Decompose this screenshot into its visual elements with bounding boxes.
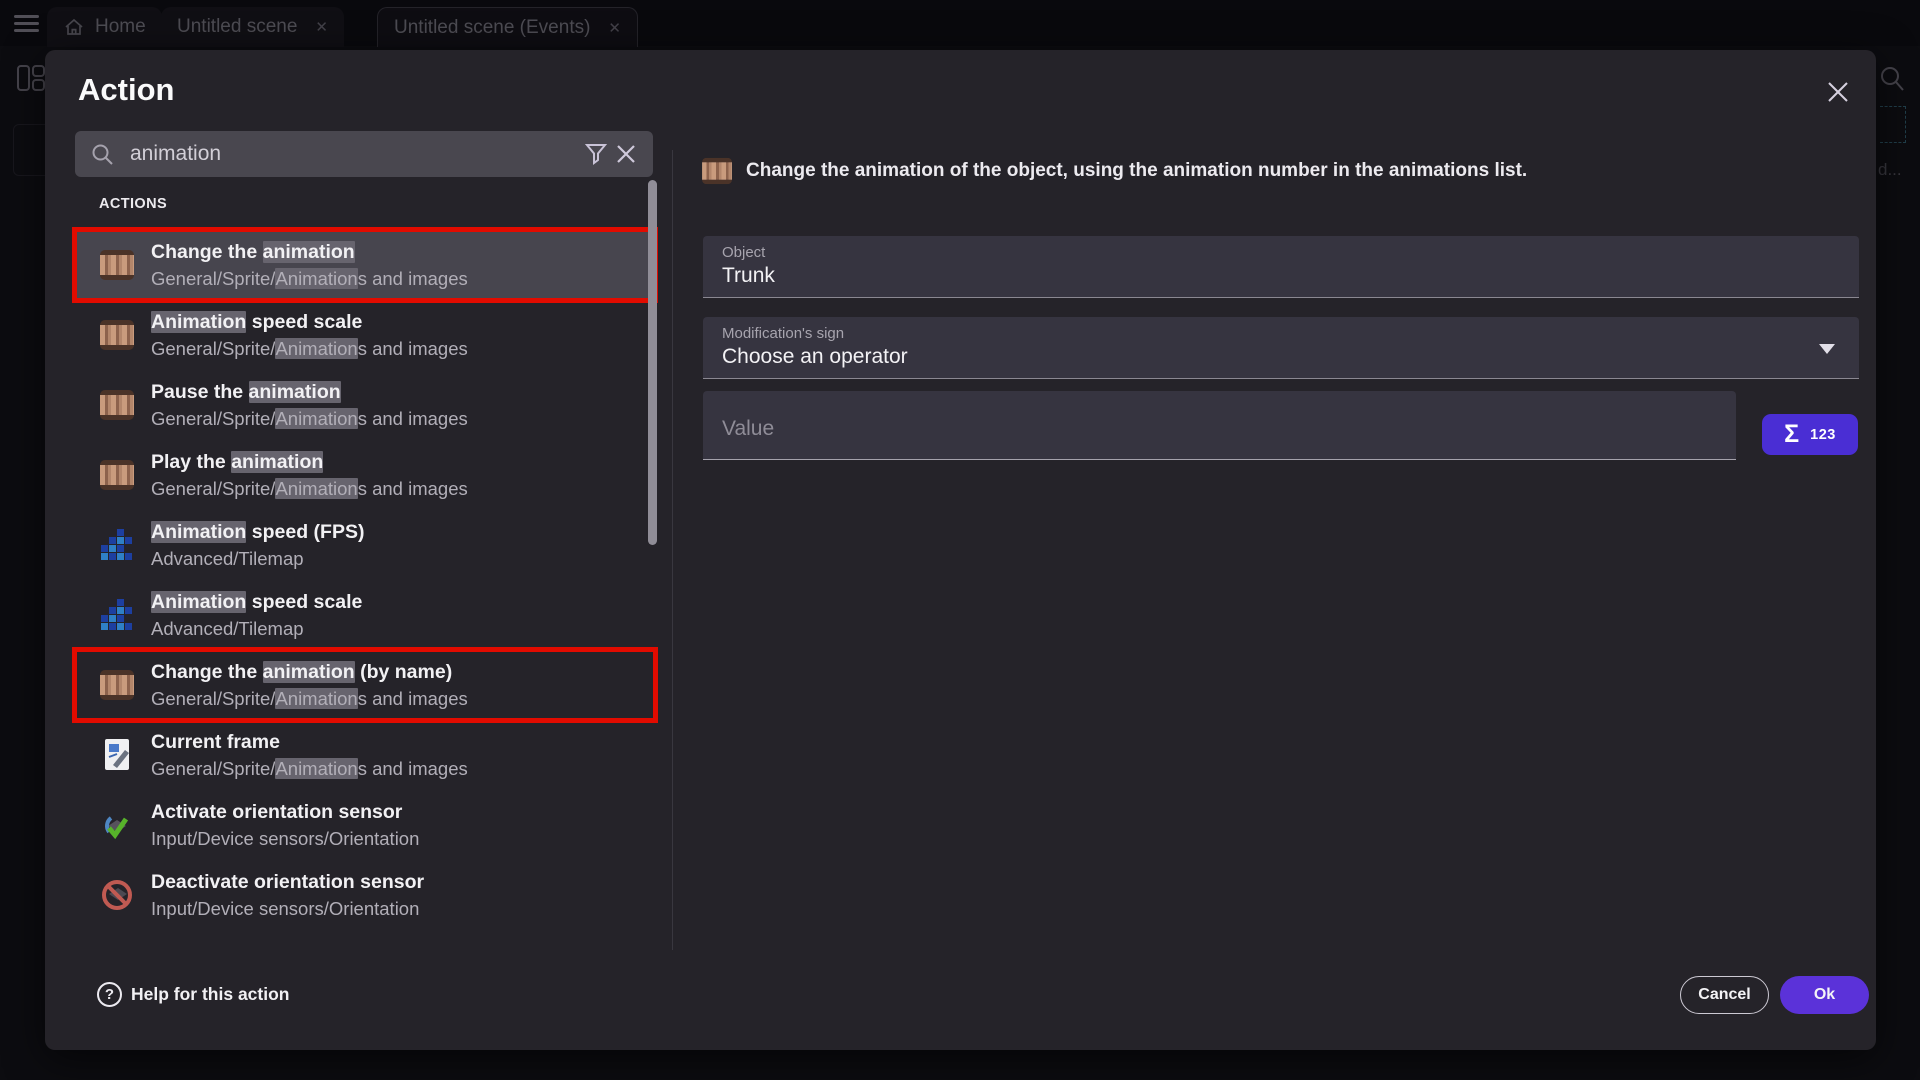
panel-divider	[672, 150, 673, 950]
action-item-text: Animation speed scale General/Sprite/Ani…	[151, 310, 468, 360]
action-item-title: Animation speed scale	[151, 590, 362, 614]
action-item[interactable]: Pause the animation General/Sprite/Anima…	[75, 370, 655, 440]
object-field-value: Trunk	[722, 264, 1859, 288]
action-item-path: General/Sprite/Animations and images	[151, 267, 468, 290]
action-item-text: Animation speed (FPS) Advanced/Tilemap	[151, 520, 364, 570]
action-item-title: Activate orientation sensor	[151, 800, 419, 824]
action-item-title: Animation speed scale	[151, 310, 468, 334]
filter-icon	[584, 142, 608, 166]
action-item[interactable]: Animation speed scale General/Sprite/Ani…	[75, 300, 655, 370]
expression-123-label: 123	[1810, 427, 1836, 443]
action-list: Change the animation General/Sprite/Anim…	[75, 230, 655, 930]
help-icon: ?	[97, 982, 122, 1007]
sprite-animation-icon	[99, 667, 135, 703]
value-field-placeholder: Value	[722, 417, 774, 441]
clear-icon	[616, 144, 636, 164]
action-item-title: Deactivate orientation sensor	[151, 870, 424, 894]
object-field[interactable]: Object Trunk	[703, 236, 1859, 298]
action-item[interactable]: Play the animation General/Sprite/Animat…	[75, 440, 655, 510]
action-item-path: Advanced/Tilemap	[151, 547, 364, 570]
value-field[interactable]: Value	[703, 391, 1736, 460]
action-item-text: Deactivate orientation sensor Input/Devi…	[151, 870, 424, 920]
action-item-path: General/Sprite/Animations and images	[151, 477, 468, 500]
list-scrollbar-thumb[interactable]	[648, 180, 657, 545]
action-item-text: Play the animation General/Sprite/Animat…	[151, 450, 468, 500]
sprite-animation-icon	[99, 387, 135, 423]
search-icon	[91, 143, 114, 166]
action-item-title: Pause the animation	[151, 380, 468, 404]
app: Home Untitled scene ✕ Untitled scene (Ev…	[0, 0, 1920, 1080]
current-frame-icon	[99, 737, 135, 773]
action-item-path: General/Sprite/Animations and images	[151, 407, 468, 430]
cancel-button[interactable]: Cancel	[1680, 976, 1769, 1014]
sprite-animation-icon	[702, 158, 732, 184]
help-link[interactable]: ? Help for this action	[97, 982, 289, 1007]
action-dialog: Action animation	[45, 50, 1876, 1050]
action-item-path: Advanced/Tilemap	[151, 617, 362, 640]
action-item-path: General/Sprite/Animations and images	[151, 757, 468, 780]
action-item[interactable]: Change the animation (by name) General/S…	[75, 650, 655, 720]
action-item-text: Change the animation (by name) General/S…	[151, 660, 468, 710]
action-item[interactable]: Change the animation General/Sprite/Anim…	[75, 230, 655, 300]
action-item-title: Change the animation	[151, 240, 468, 264]
object-field-label: Object	[722, 244, 1859, 261]
description-text: Change the animation of the object, usin…	[746, 160, 1527, 182]
action-item-text: Change the animation General/Sprite/Anim…	[151, 240, 468, 290]
close-icon	[1826, 80, 1850, 104]
action-item-title: Change the animation (by name)	[151, 660, 468, 684]
action-description: Change the animation of the object, usin…	[700, 156, 1527, 186]
orientation-sensor-on-icon	[99, 807, 135, 843]
action-item-text: Animation speed scale Advanced/Tilemap	[151, 590, 362, 640]
action-item-title: Animation speed (FPS)	[151, 520, 364, 544]
action-item-path: General/Sprite/Animations and images	[151, 337, 468, 360]
actions-section-label: ACTIONS	[99, 196, 167, 212]
action-item-path: Input/Device sensors/Orientation	[151, 827, 419, 850]
action-item-text: Activate orientation sensor Input/Device…	[151, 800, 419, 850]
search-input[interactable]: animation	[75, 131, 653, 177]
help-label: Help for this action	[131, 984, 289, 1005]
action-item-path: General/Sprite/Animations and images	[151, 687, 468, 710]
action-item-path: Input/Device sensors/Orientation	[151, 897, 424, 920]
dialog-close-button[interactable]	[1822, 76, 1854, 108]
action-item-title: Play the animation	[151, 450, 468, 474]
sign-field-value: Choose an operator	[722, 345, 1859, 369]
chevron-down-icon[interactable]	[1819, 344, 1835, 354]
modification-sign-field[interactable]: Modification's sign Choose an operator	[703, 317, 1859, 379]
sigma-icon: Σ	[1784, 420, 1799, 449]
clear-search-button[interactable]	[611, 139, 641, 169]
sign-field-label: Modification's sign	[722, 325, 1859, 342]
sprite-animation-icon	[99, 457, 135, 493]
expression-editor-button[interactable]: Σ 123	[1762, 414, 1858, 455]
search-value[interactable]: animation	[130, 142, 581, 166]
action-item-text: Pause the animation General/Sprite/Anima…	[151, 380, 468, 430]
tilemap-icon	[99, 527, 135, 563]
sprite-animation-icon	[99, 317, 135, 353]
action-item-text: Current frame General/Sprite/Animations …	[151, 730, 468, 780]
action-item[interactable]: Animation speed (FPS) Advanced/Tilemap	[75, 510, 655, 580]
action-item[interactable]: Animation speed scale Advanced/Tilemap	[75, 580, 655, 650]
action-item[interactable]: Current frame General/Sprite/Animations …	[75, 720, 655, 790]
filter-button[interactable]	[581, 139, 611, 169]
tilemap-icon	[99, 597, 135, 633]
dialog-title: Action	[78, 72, 174, 108]
action-item[interactable]: Activate orientation sensor Input/Device…	[75, 790, 655, 860]
ok-button[interactable]: Ok	[1780, 976, 1869, 1014]
orientation-sensor-off-icon	[99, 877, 135, 913]
action-item-title: Current frame	[151, 730, 468, 754]
action-item[interactable]: Deactivate orientation sensor Input/Devi…	[75, 860, 655, 930]
sprite-animation-icon	[99, 247, 135, 283]
